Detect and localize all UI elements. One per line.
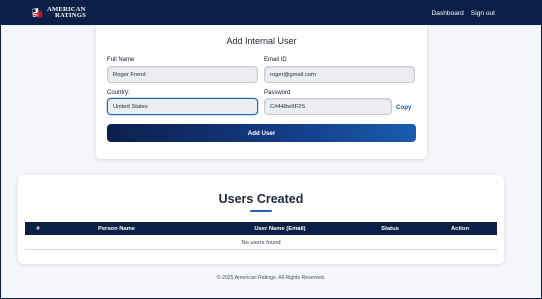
top-navbar: AMERICAN RATINGS Dashboard Sign out — [1, 1, 541, 25]
country-label: Country: — [107, 90, 130, 96]
column-header-user-name: User Name (Email) — [254, 225, 306, 232]
flag-logo-icon — [32, 8, 43, 18]
column-header-person-name: Person Name — [97, 225, 136, 232]
nav-dashboard-link[interactable]: Dashboard — [432, 10, 464, 17]
column-header-status: Status — [381, 225, 399, 232]
country-select[interactable]: United States — [107, 98, 258, 115]
email-label: Email ID — [264, 57, 287, 63]
empty-table-message: No users found — [25, 236, 497, 250]
nav-signout-link[interactable]: Sign out — [471, 10, 495, 17]
title-underline — [250, 210, 272, 212]
nav-links: Dashboard Sign out — [432, 10, 495, 17]
footer-copyright: © 2025 American Ratings. All Rights Rese… — [216, 275, 326, 281]
column-header-action: Action — [450, 225, 470, 232]
add-user-button[interactable]: Add User — [107, 124, 416, 142]
brand-logo[interactable]: AMERICAN RATINGS — [31, 6, 86, 19]
brand-name-line2: RATINGS — [55, 12, 86, 19]
full-name-label: Full Name — [107, 57, 135, 63]
add-user-title: Add Internal User — [226, 36, 297, 46]
users-table-header: # Person Name User Name (Email) Status A… — [25, 222, 497, 235]
email-input[interactable]: roger@gmail.com — [264, 66, 415, 83]
users-created-title: Users Created — [218, 192, 304, 206]
password-input[interactable]: C#448w9F2S — [264, 98, 392, 115]
users-created-card: Users Created # Person Name User Name (E… — [18, 175, 504, 264]
password-label: Password — [264, 90, 291, 96]
add-user-card: Add Internal User Full Name Roger Frend … — [96, 25, 427, 159]
full-name-input[interactable]: Roger Frend — [107, 66, 258, 83]
column-header-index: # — [36, 225, 40, 232]
copy-password-button[interactable]: Copy — [396, 104, 411, 111]
